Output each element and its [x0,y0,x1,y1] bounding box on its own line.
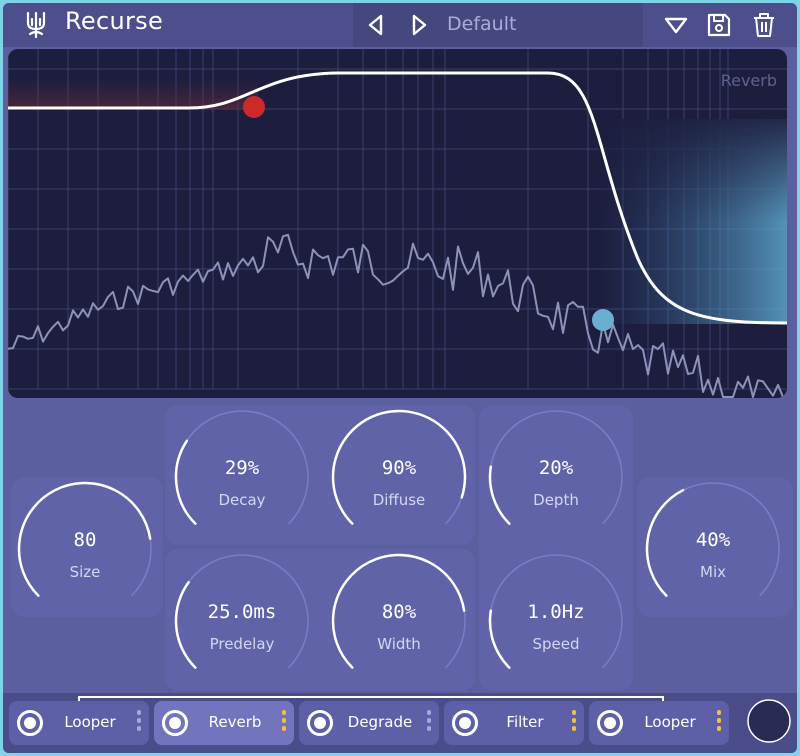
size-value: 80 [73,529,97,551]
drag-handle-icon[interactable] [137,710,141,736]
predelay-value: 25.0ms [207,601,277,623]
power-toggle[interactable] [452,710,478,736]
logo-icon [26,11,46,39]
module-name: Reverb [208,713,262,731]
depth-knob[interactable]: 20% Depth [486,407,626,547]
module-name: Looper [644,713,696,731]
mix-knob[interactable]: 40% Mix [643,479,783,619]
graph-label: Reverb [720,71,777,90]
output-knob[interactable] [745,697,793,745]
width-label: Width [377,635,421,653]
eq-graph-canvas [8,49,787,398]
module-reverb[interactable]: Reverb [154,701,294,745]
power-toggle[interactable] [17,710,43,736]
size-knob[interactable]: 80 Size [15,479,155,619]
highcut-handle[interactable] [592,309,614,331]
drag-handle-icon[interactable] [427,710,431,736]
module-name: Degrade [347,713,413,731]
eq-graph[interactable]: Reverb [8,49,787,398]
module-name: Looper [64,713,116,731]
app-title: Recurse [65,7,164,35]
module-looper-2[interactable]: Looper [589,701,729,745]
drag-handle-icon[interactable] [717,710,721,736]
decay-arc [174,439,197,525]
width-knob[interactable]: 80% Width [329,551,469,691]
header-bar: Recurse Default [3,3,797,47]
module-name: Filter [506,713,544,731]
width-value: 80% [381,601,417,623]
speed-value: 1.0Hz [527,601,585,623]
diffuse-label: Diffuse [372,491,426,509]
size-label: Size [69,563,101,581]
power-toggle[interactable] [597,710,623,736]
speed-knob[interactable]: 1.0Hz Speed [486,551,626,691]
module-degrade[interactable]: Degrade [299,701,439,745]
module-looper-1[interactable]: Looper [9,701,149,745]
diffuse-knob[interactable]: 90% Diffuse [329,407,469,547]
power-toggle[interactable] [162,710,188,736]
predelay-arc [174,580,197,669]
delete-icon[interactable] [751,11,777,39]
drag-handle-icon[interactable] [282,710,286,736]
diffuse-value: 90% [381,457,417,479]
preset-menu-icon[interactable] [663,11,689,39]
lowcut-handle[interactable] [243,96,265,118]
power-toggle[interactable] [307,710,333,736]
highcut-fade [598,119,787,324]
depth-value: 20% [538,457,574,479]
save-icon[interactable] [706,11,732,39]
module-chain: Looper Reverb Degrade Filter Looper [3,693,797,753]
speed-label: Speed [532,635,580,653]
next-preset-icon[interactable] [406,11,432,39]
decay-knob[interactable]: 29% Decay [172,407,312,547]
depth-label: Depth [533,491,579,509]
prev-preset-icon[interactable] [363,11,389,39]
drag-handle-icon[interactable] [572,710,576,736]
plugin-window: Recurse Default Reverb 80 Size 29% Decay… [3,3,797,753]
decay-value: 29% [224,457,260,479]
module-filter[interactable]: Filter [444,701,584,745]
mix-value: 40% [695,529,731,551]
decay-label: Decay [218,491,266,509]
mix-label: Mix [700,563,726,581]
predelay-knob[interactable]: 25.0ms Predelay [172,551,312,691]
preset-name[interactable]: Default [447,13,516,35]
predelay-label: Predelay [209,635,275,653]
